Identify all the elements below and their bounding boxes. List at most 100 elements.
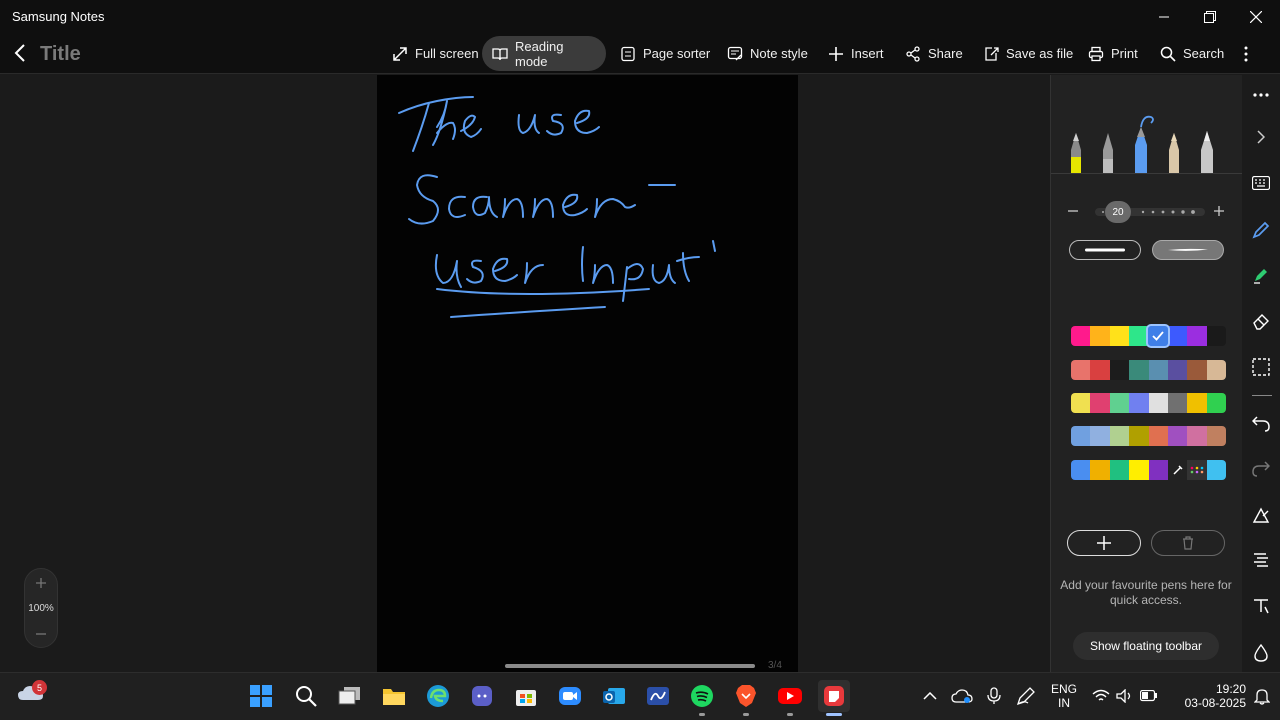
insert-button[interactable]: Insert — [818, 36, 894, 71]
youtube-app[interactable] — [774, 680, 806, 712]
search-button[interactable]: Search — [1150, 36, 1234, 71]
clock[interactable]: 19:20 03-08-2025 — [1166, 682, 1246, 710]
brush-pen-icon[interactable] — [1135, 115, 1154, 173]
text-format-button[interactable] — [1246, 545, 1276, 575]
calligraphy-pen-icon[interactable] — [1201, 131, 1213, 173]
shape-tool-button[interactable] — [1246, 500, 1276, 530]
start-button[interactable] — [245, 680, 277, 712]
taskbar-search-button[interactable] — [290, 680, 322, 712]
pencil-icon[interactable] — [1169, 133, 1179, 173]
stroke-style-tapered[interactable] — [1152, 240, 1224, 260]
color-swatch[interactable] — [1071, 460, 1091, 480]
color-swatch[interactable] — [1071, 360, 1091, 380]
color-swatch[interactable] — [1090, 326, 1110, 346]
color-swatch[interactable] — [1206, 326, 1226, 346]
color-swatch[interactable] — [1148, 393, 1168, 413]
color-swatch[interactable] — [1148, 360, 1168, 380]
color-swatch[interactable] — [1187, 360, 1207, 380]
pen-tool-button[interactable] — [1246, 215, 1276, 245]
language-indicator[interactable]: ENG IN — [1046, 682, 1082, 710]
onedrive-button[interactable] — [946, 680, 978, 712]
outlook-app[interactable] — [598, 680, 630, 712]
note-style-button[interactable]: Note style — [717, 36, 818, 71]
color-swatch[interactable] — [1109, 393, 1130, 413]
color-swatch[interactable] — [1167, 326, 1188, 346]
zoom-in-button[interactable] — [33, 575, 49, 591]
color-swatch[interactable] — [1187, 426, 1207, 446]
selected-color[interactable] — [1146, 324, 1170, 348]
spotify-app[interactable] — [686, 680, 718, 712]
minimize-button[interactable] — [1141, 0, 1187, 33]
highlighter-tool-button[interactable] — [1246, 260, 1276, 290]
horizontal-scrollbar[interactable] — [505, 664, 755, 668]
color-swatch[interactable] — [1109, 326, 1130, 346]
color-swatch[interactable] — [1129, 426, 1149, 446]
rail-more-button[interactable] — [1246, 80, 1276, 110]
color-swatch[interactable] — [1090, 393, 1110, 413]
page-sorter-button[interactable]: Page sorter — [610, 36, 720, 71]
color-swatch[interactable] — [1109, 426, 1130, 446]
color-swatch[interactable] — [1206, 460, 1226, 480]
back-button[interactable] — [8, 41, 32, 65]
print-button[interactable]: Print — [1078, 36, 1148, 71]
color-picker-button[interactable] — [1188, 460, 1206, 480]
color-swatch[interactable] — [1187, 393, 1207, 413]
color-swatch[interactable] — [1148, 426, 1168, 446]
color-swatch[interactable] — [1187, 326, 1207, 346]
close-button[interactable] — [1233, 0, 1279, 33]
pen-menu-button[interactable] — [1010, 680, 1042, 712]
color-swatch[interactable] — [1167, 426, 1188, 446]
color-swatch[interactable] — [1090, 360, 1110, 380]
pen-size-value[interactable]: 20 — [1105, 201, 1131, 223]
stroke-style-solid[interactable] — [1069, 240, 1141, 260]
color-swatch[interactable] — [1071, 393, 1091, 413]
decrease-size-button[interactable] — [1066, 204, 1080, 218]
color-swatch[interactable] — [1167, 360, 1188, 380]
note-page[interactable] — [377, 75, 798, 672]
color-row-4[interactable] — [1071, 426, 1226, 446]
fill-tool-button[interactable] — [1246, 638, 1276, 668]
teams-app[interactable] — [466, 680, 498, 712]
file-explorer-app[interactable] — [378, 680, 410, 712]
text-tool-button[interactable] — [1246, 591, 1276, 621]
microphone-button[interactable] — [978, 680, 1010, 712]
edge-app[interactable] — [422, 680, 454, 712]
color-swatch[interactable] — [1129, 360, 1149, 380]
add-favourite-pen-button[interactable] — [1067, 530, 1141, 556]
eyedropper-button[interactable] — [1169, 460, 1187, 480]
color-swatch[interactable] — [1129, 393, 1149, 413]
color-row-2[interactable] — [1071, 360, 1226, 380]
color-swatch[interactable] — [1206, 426, 1226, 446]
eraser-tool-button[interactable] — [1246, 306, 1276, 336]
restore-button[interactable] — [1187, 0, 1233, 33]
keyboard-button[interactable] — [1246, 168, 1276, 198]
show-floating-toolbar-button[interactable]: Show floating toolbar — [1073, 632, 1219, 660]
selection-tool-button[interactable] — [1246, 352, 1276, 382]
color-row-3[interactable] — [1071, 393, 1226, 413]
collapse-panel-button[interactable] — [1246, 122, 1276, 152]
full-screen-button[interactable]: Full screen — [382, 36, 489, 71]
reading-mode-button[interactable]: Reading mode — [482, 36, 606, 71]
color-swatch[interactable] — [1071, 326, 1091, 346]
share-button[interactable]: Share — [895, 36, 973, 71]
store-app[interactable] — [510, 680, 542, 712]
color-swatch[interactable] — [1109, 360, 1130, 380]
ballpoint-pen-icon[interactable] — [1103, 133, 1113, 173]
whiteboard-app[interactable] — [642, 680, 674, 712]
color-swatch[interactable] — [1206, 360, 1226, 380]
zoom-app[interactable] — [554, 680, 586, 712]
delete-favourite-pen-button[interactable] — [1151, 530, 1225, 556]
task-view-button[interactable] — [334, 680, 366, 712]
redo-button[interactable] — [1246, 454, 1276, 484]
color-swatch[interactable] — [1129, 460, 1149, 480]
color-swatch[interactable] — [1167, 393, 1188, 413]
increase-size-button[interactable] — [1212, 204, 1226, 218]
more-options-button[interactable] — [1238, 36, 1254, 71]
color-swatch[interactable] — [1071, 426, 1091, 446]
zoom-out-button[interactable] — [33, 626, 49, 642]
save-as-file-button[interactable]: Save as file — [973, 36, 1083, 71]
color-swatch[interactable] — [1090, 460, 1110, 480]
color-swatch[interactable] — [1090, 426, 1110, 446]
quick-settings-button[interactable] — [1090, 680, 1160, 712]
samsung-notes-app[interactable] — [818, 680, 850, 712]
